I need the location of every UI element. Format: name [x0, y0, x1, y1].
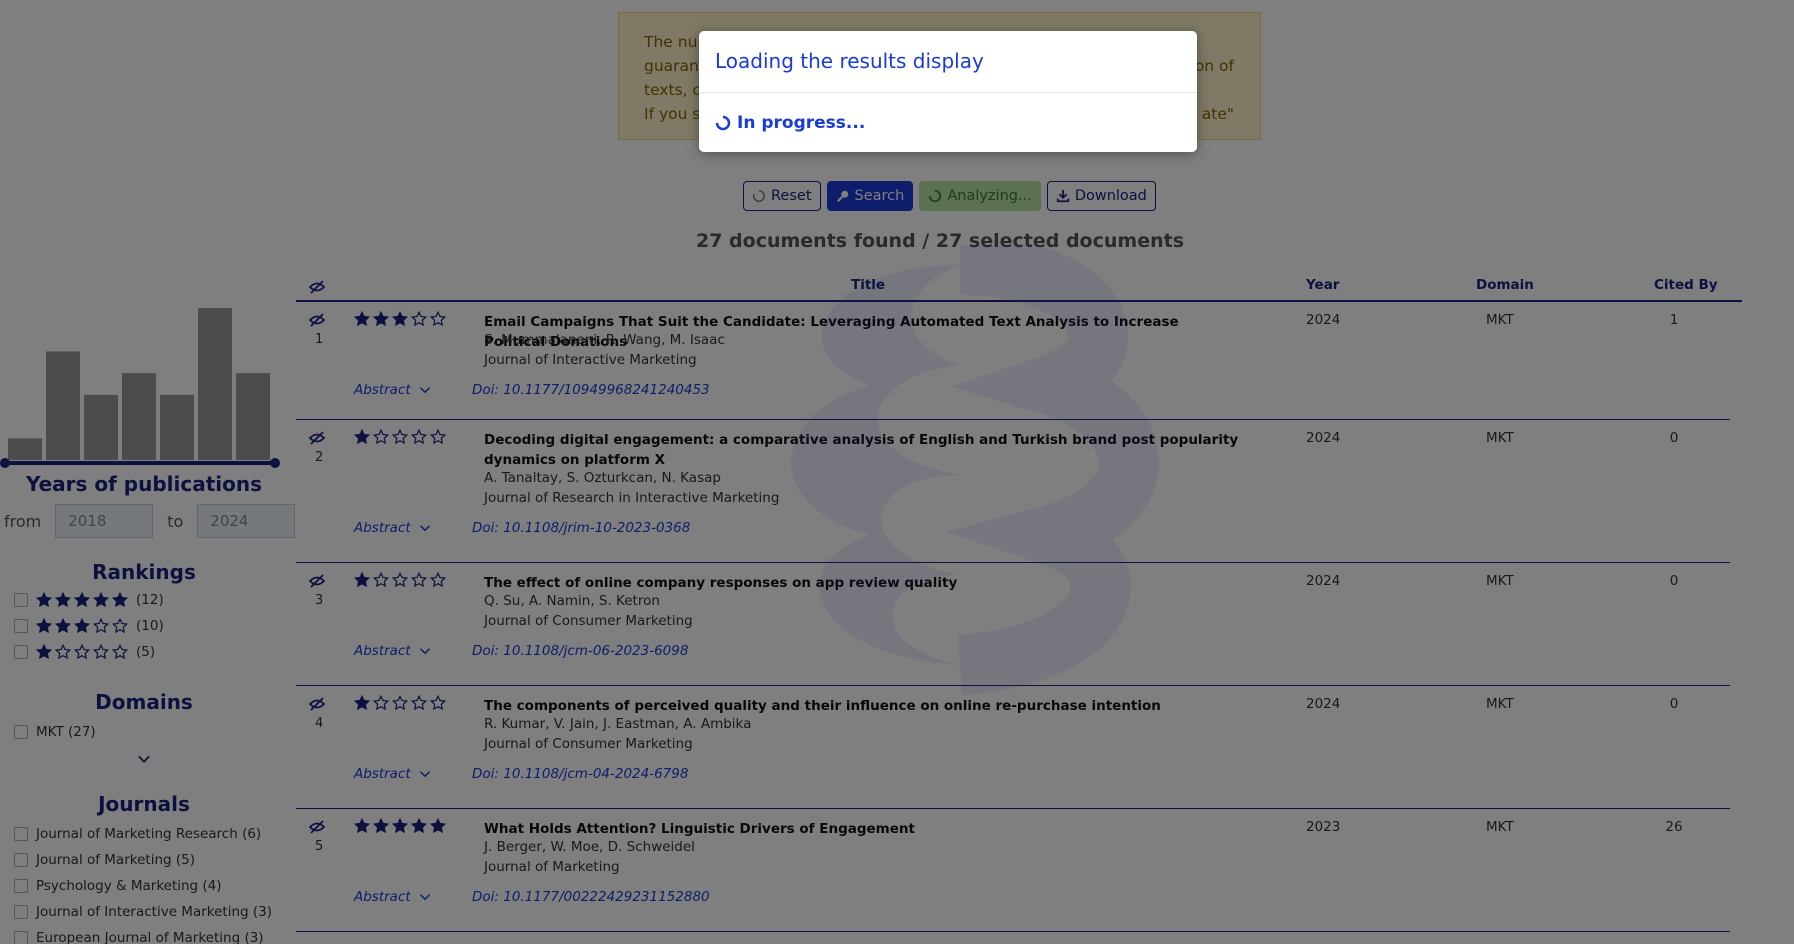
spinner-icon	[715, 115, 731, 131]
modal-status-text: In progress...	[737, 113, 866, 133]
loading-modal: Loading the results display In progress.…	[699, 31, 1197, 152]
watermark-logo-icon	[791, 245, 1159, 695]
modal-backdrop: Loading the results display In progress.…	[0, 0, 1794, 944]
modal-status: In progress...	[699, 93, 1197, 153]
modal-title: Loading the results display	[699, 31, 1197, 93]
